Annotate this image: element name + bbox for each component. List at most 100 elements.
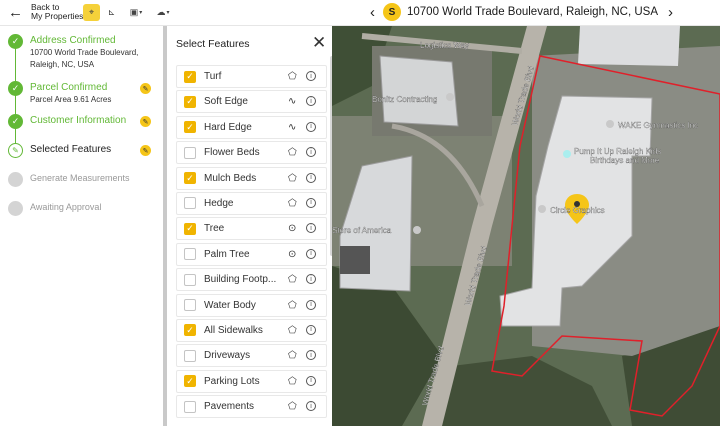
download-dropdown[interactable]: ☁ ▾ — [152, 4, 174, 21]
feature-row[interactable]: Palm Tree ⊙ i — [176, 242, 327, 266]
map-label: WAKE Gymnastics Inc — [618, 121, 698, 130]
feature-checkbox[interactable] — [184, 146, 196, 159]
polygon-icon: ⬠ — [288, 375, 297, 387]
image-icon: ▣ — [129, 7, 139, 17]
feature-checkbox[interactable]: ✓ — [184, 375, 196, 388]
info-icon[interactable]: i — [306, 375, 316, 386]
feature-label: Hard Edge — [204, 121, 252, 133]
progress-steps: ✓ Address Confirmed 10700 World Trade Bo… — [0, 26, 163, 426]
polygon-icon: ⬠ — [288, 401, 297, 413]
feature-row[interactable]: Flower Beds ⬠ i — [176, 141, 327, 165]
map-canvas[interactable]: Logistics Way Bonitz Contracting World T… — [332, 26, 720, 426]
feature-checkbox[interactable] — [184, 349, 196, 362]
pending-dot-icon — [8, 201, 23, 216]
satellite-map[interactable]: Logistics Way Bonitz Contracting World T… — [332, 26, 720, 426]
line-icon: ∿ — [288, 96, 297, 108]
feature-row[interactable]: Pavements ⬠ i — [176, 395, 327, 419]
edit-features-icon[interactable]: ✎ — [140, 145, 151, 156]
feature-checkbox[interactable]: ✓ — [184, 222, 196, 235]
step-address-confirmed[interactable]: ✓ Address Confirmed 10700 World Trade Bo… — [8, 34, 138, 71]
feature-row[interactable]: ✓ Tree ⊙ i — [176, 217, 327, 241]
step-detail: Raleigh, NC, USA — [30, 60, 95, 69]
feature-label: Mulch Beds — [204, 172, 257, 184]
place-pin-icon — [606, 120, 614, 128]
point-icon: ⊙ — [288, 223, 297, 235]
feature-checkbox[interactable] — [184, 400, 196, 413]
feature-row[interactable]: Driveways ⬠ i — [176, 344, 327, 368]
next-property-button[interactable]: › — [668, 5, 673, 20]
step-title: Address Confirmed — [30, 35, 116, 46]
feature-checkbox[interactable]: ✓ — [184, 121, 196, 134]
feature-label: Hedge — [204, 197, 234, 209]
info-icon[interactable]: i — [306, 223, 316, 234]
line-icon: ∿ — [288, 121, 297, 133]
info-icon[interactable]: i — [306, 197, 316, 208]
feature-row[interactable]: Building Footp... ⬠ i — [176, 268, 327, 292]
map-layer-dropdown[interactable]: ▣ ▾ — [126, 4, 146, 21]
place-pin-icon — [538, 205, 546, 213]
cloud-icon: ☁ — [156, 7, 166, 17]
polygon-icon: ⬠ — [288, 274, 297, 286]
step-detail: 10700 World Trade Boulevard, — [30, 48, 139, 57]
point-icon: ⊙ — [288, 248, 297, 260]
feature-checkbox[interactable] — [184, 273, 196, 286]
info-icon[interactable]: i — [306, 71, 316, 81]
feature-checkbox[interactable]: ✓ — [184, 70, 196, 83]
measure-tool-button[interactable]: ⊾ — [104, 4, 119, 21]
info-icon[interactable]: i — [306, 274, 316, 285]
feature-row[interactable]: ✓ All Sidewalks ⬠ i — [176, 318, 327, 342]
map-label: Circle Graphics — [550, 206, 605, 215]
previous-property-button[interactable]: ‹ — [370, 5, 375, 20]
check-icon: ✓ — [8, 34, 23, 49]
ruler-icon: ⊾ — [107, 7, 116, 17]
feature-checkbox[interactable] — [184, 248, 196, 261]
info-icon[interactable]: i — [306, 248, 316, 259]
check-icon: ✓ — [8, 114, 23, 129]
place-pin-icon — [446, 93, 454, 101]
feature-checkbox[interactable] — [184, 299, 196, 312]
step-title: Generate Measurements — [30, 173, 130, 183]
feature-row[interactable]: ✓ Soft Edge ∿ i — [176, 90, 327, 114]
close-icon[interactable]: ✕ — [312, 34, 326, 51]
feature-row[interactable]: ✓ Mulch Beds ⬠ i — [176, 166, 327, 190]
feature-checkbox[interactable] — [184, 197, 196, 210]
step-parcel-confirmed[interactable]: ✓ Parcel Confirmed Parcel Area 9.61 Acre… — [8, 81, 111, 106]
feature-row[interactable]: Hedge ⬠ i — [176, 191, 327, 215]
back-to-properties-link[interactable]: ← Back to My Properties — [8, 3, 83, 21]
edit-parcel-icon[interactable]: ✎ — [140, 83, 151, 94]
info-icon[interactable]: i — [306, 147, 316, 158]
app-logo: S — [383, 3, 401, 21]
info-icon[interactable]: i — [306, 121, 316, 132]
address-navigator: ‹ S 10700 World Trade Boulevard, Raleigh… — [370, 3, 673, 21]
step-title: Selected Features — [30, 144, 112, 155]
info-icon[interactable]: i — [306, 172, 316, 183]
polygon-icon: ⬠ — [288, 350, 297, 362]
polygon-icon: ⬠ — [288, 299, 297, 311]
info-icon[interactable]: i — [306, 96, 316, 107]
info-icon[interactable]: i — [306, 299, 316, 310]
step-title: Customer Information — [30, 115, 127, 126]
select-tool-button[interactable]: ⌖ — [83, 4, 100, 21]
info-icon[interactable]: i — [306, 401, 316, 412]
back-label-line2: My Properties — [31, 11, 84, 21]
feature-row[interactable]: Water Body ⬠ i — [176, 293, 327, 317]
polygon-icon: ⬠ — [288, 324, 297, 336]
feature-row[interactable]: ✓ Turf ⬠ i — [176, 65, 327, 88]
info-icon[interactable]: i — [306, 324, 316, 335]
feature-row[interactable]: ✓ Hard Edge ∿ i — [176, 115, 327, 139]
feature-checkbox[interactable]: ✓ — [184, 95, 196, 108]
feature-checkbox[interactable]: ✓ — [184, 172, 196, 185]
select-features-panel: Select Features ✕ ✓ Turf ⬠ i ✓ Soft Edge ∿ i ✓ Ha… — [163, 26, 334, 426]
feature-checkbox[interactable]: ✓ — [184, 324, 196, 337]
feature-row[interactable]: ✓ Parking Lots ⬠ i — [176, 369, 327, 393]
panel-title: Select Features — [176, 38, 250, 50]
info-icon[interactable]: i — [306, 350, 316, 361]
step-title: Awaiting Approval — [30, 202, 102, 212]
step-selected-features[interactable]: ✎ Selected Features — [8, 143, 111, 158]
pencil-icon: ✎ — [8, 143, 23, 158]
edit-customer-icon[interactable]: ✎ — [140, 116, 151, 127]
polygon-icon: ⬠ — [288, 147, 297, 159]
polygon-icon: ⬠ — [288, 197, 297, 209]
place-pin-icon — [413, 226, 421, 234]
step-customer-information[interactable]: ✓ Customer Information — [8, 114, 126, 129]
